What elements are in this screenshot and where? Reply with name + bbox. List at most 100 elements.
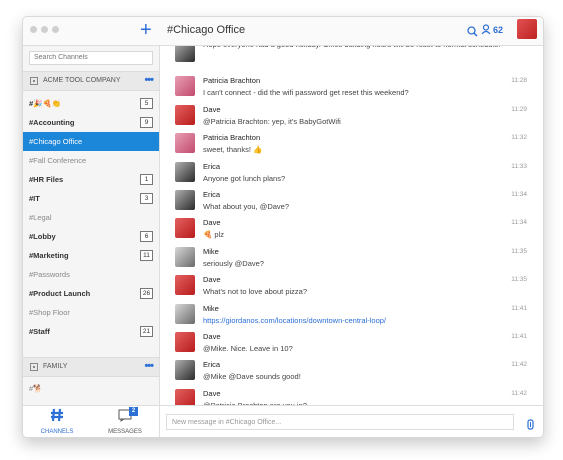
channel-item[interactable]: #Chicago Office [23, 132, 159, 151]
messages-tab[interactable]: 2 MESSAGES [91, 407, 159, 435]
team-name: FAMILY [43, 363, 68, 370]
message-timestamp: 11:32 [511, 134, 527, 141]
channel-name: #Accounting [29, 118, 75, 127]
minimize-window-button[interactable] [41, 26, 48, 33]
channel-item[interactable]: #IT 3 [23, 189, 159, 208]
channel-item[interactable]: #Staff 21 [23, 322, 159, 341]
avatar[interactable] [175, 190, 195, 210]
unread-count-badge: 11 [140, 250, 153, 261]
channel-item[interactable]: #Accounting 9 [23, 113, 159, 132]
avatar[interactable] [175, 46, 195, 62]
avatar[interactable] [175, 389, 195, 405]
avatar[interactable] [175, 360, 195, 380]
avatar[interactable] [175, 275, 195, 295]
profile-avatar[interactable] [517, 19, 537, 39]
message-text: I can't connect - did the wifi password … [203, 88, 409, 97]
channel-name: #Staff [29, 327, 50, 336]
message-timestamp: 11:33 [511, 163, 527, 170]
avatar[interactable] [175, 304, 195, 324]
channel-item[interactable]: #Lobby 6 [23, 227, 159, 246]
more-options-icon[interactable]: ••• [144, 360, 154, 372]
messages-tab-label: MESSAGES [108, 429, 142, 435]
user-icon [481, 24, 491, 35]
avatar[interactable] [175, 162, 195, 182]
message-timestamp: 11:42 [511, 390, 527, 397]
message-author[interactable]: Dave [203, 218, 221, 227]
message-text: sweet, thanks! 👍 [203, 145, 263, 154]
channel-item[interactable]: #Marketing 11 [23, 246, 159, 265]
message-text: @Mike @Dave sounds good! [203, 372, 301, 381]
message-author[interactable]: Dave [203, 332, 221, 341]
channel-item[interactable]: #Fall Conference [23, 151, 159, 170]
message-author[interactable]: Mike [203, 304, 219, 313]
avatar[interactable] [175, 76, 195, 96]
member-count: 62 [493, 24, 504, 35]
channel-sidebar: ACME TOOL COMPANY ••• #🎉🍕👏5#Accounting9#… [23, 46, 160, 405]
search-channels-input[interactable] [29, 51, 153, 65]
unread-count-badge: 1 [140, 174, 153, 185]
title-bar: + #Chicago Office 62 [23, 17, 543, 46]
team-header-acme[interactable]: ACME TOOL COMPANY ••• [23, 71, 159, 91]
members-button[interactable]: 62 [481, 24, 503, 35]
app-window: + #Chicago Office 62 ACME TOOL COMPANY •… [22, 16, 544, 438]
channel-item[interactable]: #🎉🍕👏 5 [23, 94, 159, 113]
message-link[interactable]: https://giordanos.com/locations/downtown… [203, 316, 503, 326]
message-author[interactable]: Dave [203, 389, 221, 398]
channel-item[interactable]: #Shop Floor [23, 303, 159, 322]
message-text: Anyone got lunch plans? [203, 174, 286, 183]
message-text: @Mike. Nice. Leave in 10? [203, 344, 293, 353]
message-text: Hope everyone had a good holiday. Office… [203, 46, 503, 50]
channel-name: #Shop Floor [29, 308, 70, 317]
add-channel-icon[interactable]: + [140, 19, 152, 41]
channel-name: #Marketing [29, 251, 69, 260]
message-timestamp: 11:42 [511, 361, 527, 368]
channel-name: #Chicago Office [29, 137, 83, 146]
message-author[interactable]: Erica [203, 190, 220, 199]
avatar[interactable] [175, 133, 195, 153]
channel-title: #Chicago Office [167, 24, 246, 36]
message-timestamp: 11:41 [511, 333, 527, 340]
team-icon [30, 363, 38, 371]
message-author[interactable]: Mike [203, 247, 219, 256]
channel-name: #IT [29, 194, 40, 203]
channel-item[interactable]: #Legal [23, 208, 159, 227]
channel-name: #Passwords [29, 270, 70, 279]
message-timestamp: 11:35 [511, 248, 527, 255]
message-author[interactable]: Patricia Brachton [203, 76, 260, 85]
search-icon[interactable] [467, 24, 478, 42]
unread-count-badge: 26 [140, 288, 153, 299]
message-author[interactable]: Dave [203, 275, 221, 284]
attachment-icon[interactable] [527, 417, 534, 435]
zoom-window-button[interactable] [52, 26, 59, 33]
messages-badge: 2 [129, 407, 138, 416]
avatar[interactable] [175, 247, 195, 267]
window-controls [30, 26, 59, 33]
channel-item[interactable]: #HR Files 1 [23, 170, 159, 189]
message-author[interactable]: Patricia Brachton [203, 133, 260, 142]
avatar[interactable] [175, 218, 195, 238]
more-options-icon[interactable]: ••• [144, 74, 154, 86]
channel-item[interactable]: #Passwords [23, 265, 159, 284]
message-timestamp: 11:34 [511, 191, 527, 198]
message-author[interactable]: Erica [203, 162, 220, 171]
message-author[interactable]: Dave [203, 105, 221, 114]
channel-name: #Lobby [29, 232, 56, 241]
channel-item[interactable]: #Product Launch 26 [23, 284, 159, 303]
avatar[interactable] [175, 332, 195, 352]
channel-item-family[interactable]: #🐕 [23, 379, 159, 398]
message-timestamp: 11:35 [511, 276, 527, 283]
unread-count-badge: 9 [140, 117, 153, 128]
message-list: Hope everyone had a good holiday. Office… [160, 46, 543, 405]
message-author[interactable]: Erica [203, 360, 220, 369]
hash-icon [51, 408, 63, 422]
unread-count-badge: 6 [140, 231, 153, 242]
team-header-family[interactable]: FAMILY ••• [23, 357, 159, 377]
channels-tab[interactable]: CHANNELS [23, 408, 91, 435]
message-timestamp: 11:41 [511, 305, 527, 312]
team-name: ACME TOOL COMPANY [43, 77, 121, 84]
message-text: What about you, @Dave? [203, 202, 289, 211]
message-input[interactable]: New message in #Chicago Office... [166, 414, 514, 430]
close-window-button[interactable] [30, 26, 37, 33]
avatar[interactable] [175, 105, 195, 125]
unread-count-badge: 5 [140, 98, 153, 109]
